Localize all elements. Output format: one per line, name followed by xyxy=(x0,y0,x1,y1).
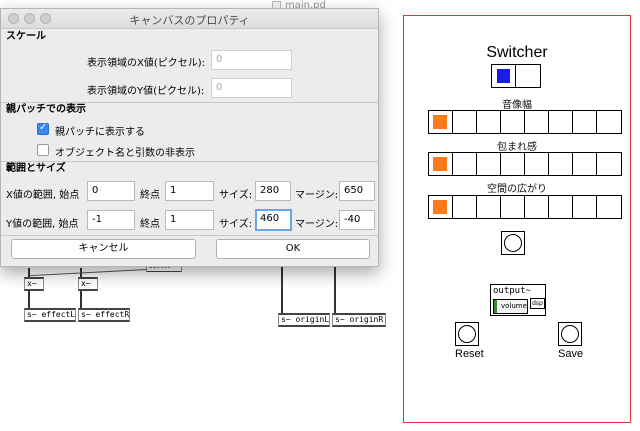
volume-label: volume xyxy=(501,302,527,310)
section-divider xyxy=(1,235,378,236)
volume-slider[interactable]: volume xyxy=(493,299,528,314)
hide-name-args-label: オブジェクト名と引数の非表示 xyxy=(55,148,195,159)
bang-circle xyxy=(561,325,579,343)
gop-canvas: Switcher 音像幅 包まれ感 空間の広がり output~ volume … xyxy=(403,15,631,423)
patch-object-send-effect-right[interactable]: s~ effectR xyxy=(78,308,130,322)
radio-envelopment[interactable] xyxy=(428,152,622,176)
volume-slider-fill xyxy=(494,300,497,313)
switch-toggle-on[interactable] xyxy=(492,65,516,87)
y-end-input[interactable]: 1 xyxy=(165,210,214,230)
y-start-input[interactable]: -1 xyxy=(87,210,135,230)
cancel-button[interactable]: キャンセル xyxy=(11,239,196,259)
patch-cord xyxy=(30,268,150,277)
switch-toggle-off[interactable] xyxy=(516,65,540,87)
dialog-titlebar: キャンバスのプロパティ xyxy=(1,9,378,29)
canvas-title: Switcher xyxy=(486,44,548,61)
y-margin-label: マージン: xyxy=(295,219,339,230)
x-size-input[interactable]: 280 xyxy=(255,181,291,201)
show-on-parent-label: 親パッチに表示する xyxy=(55,127,145,138)
switch-toggle-group xyxy=(491,64,541,88)
y-margin-input[interactable]: -40 xyxy=(339,210,375,230)
x-end-input[interactable]: 1 xyxy=(165,181,214,201)
radio-label: 包まれ感 xyxy=(497,142,537,153)
patch-object-multiply-left[interactable]: x~ xyxy=(24,277,44,291)
x-margin-label: マージン: xyxy=(295,190,339,201)
radio-spaciousness[interactable] xyxy=(428,195,622,219)
y-size-input[interactable]: 460 xyxy=(255,209,292,231)
patch-object-send-origin-right[interactable]: s~ originR xyxy=(332,313,386,327)
patch-cord xyxy=(281,267,283,313)
scale-section-header: スケール xyxy=(6,31,46,42)
patch-object-send-effect-left[interactable]: s~ effectL xyxy=(24,308,76,322)
radio-label: 音像幅 xyxy=(502,100,532,111)
y-range-label: Y値の範囲, 始点 xyxy=(6,219,79,230)
reset-label: Reset xyxy=(455,348,484,360)
ok-button[interactable]: OK xyxy=(216,239,370,259)
radio-selected-indicator xyxy=(433,157,447,171)
range-section-header: 範囲とサイズ xyxy=(6,163,66,174)
x-end-label: 終点 xyxy=(140,190,160,201)
save-bang[interactable] xyxy=(558,322,582,346)
dialog-title: キャンバスのプロパティ xyxy=(129,14,250,27)
reset-bang[interactable] xyxy=(455,322,479,346)
radio-selected-indicator xyxy=(433,200,447,214)
output-abstraction[interactable]: output~ volume dsp xyxy=(490,284,546,316)
dsp-toggle[interactable]: dsp xyxy=(530,298,545,309)
patch-object-multiply-right[interactable]: x~ xyxy=(78,277,98,291)
scale-x-label: 表示領域のX値(ピクセル): xyxy=(87,58,206,69)
patch-cord xyxy=(334,267,336,313)
bang-circle xyxy=(504,234,522,252)
scale-y-label: 表示領域のY値(ピクセル): xyxy=(87,86,205,97)
radio-label: 空間の広がり xyxy=(487,184,547,195)
x-margin-input[interactable]: 650 xyxy=(339,181,375,201)
toggle-on-indicator xyxy=(497,69,510,83)
bang-center[interactable] xyxy=(501,231,525,255)
bang-circle xyxy=(458,325,476,343)
radio-selected-indicator xyxy=(433,115,447,129)
show-on-parent-checkbox[interactable] xyxy=(37,122,49,135)
y-size-label: サイズ: xyxy=(219,219,253,230)
x-range-label: X値の範囲, 始点 xyxy=(6,190,80,201)
y-end-label: 終点 xyxy=(140,219,160,230)
screen: main.pd outlet~ x~ x~ s~ effectL s~ effe… xyxy=(0,0,640,431)
radio-sound-image-width[interactable] xyxy=(428,110,622,134)
scale-y-input[interactable]: 0 xyxy=(211,78,292,98)
scale-x-input[interactable]: 0 xyxy=(211,50,292,70)
x-start-input[interactable]: 0 xyxy=(87,181,135,201)
output-object-name: output~ xyxy=(493,286,531,296)
canvas-properties-dialog: キャンバスのプロパティ スケール 表示領域のX値(ピクセル): 0 表示領域のY… xyxy=(0,8,379,267)
hide-name-args-checkbox[interactable] xyxy=(37,144,49,156)
patch-object-send-origin-left[interactable]: s~ originL xyxy=(278,313,330,327)
patch-cord xyxy=(28,291,30,309)
gop-section-header: 親パッチでの表示 xyxy=(6,104,86,115)
x-size-label: サイズ: xyxy=(219,190,253,201)
save-label: Save xyxy=(558,348,584,360)
patch-cord xyxy=(80,291,82,309)
